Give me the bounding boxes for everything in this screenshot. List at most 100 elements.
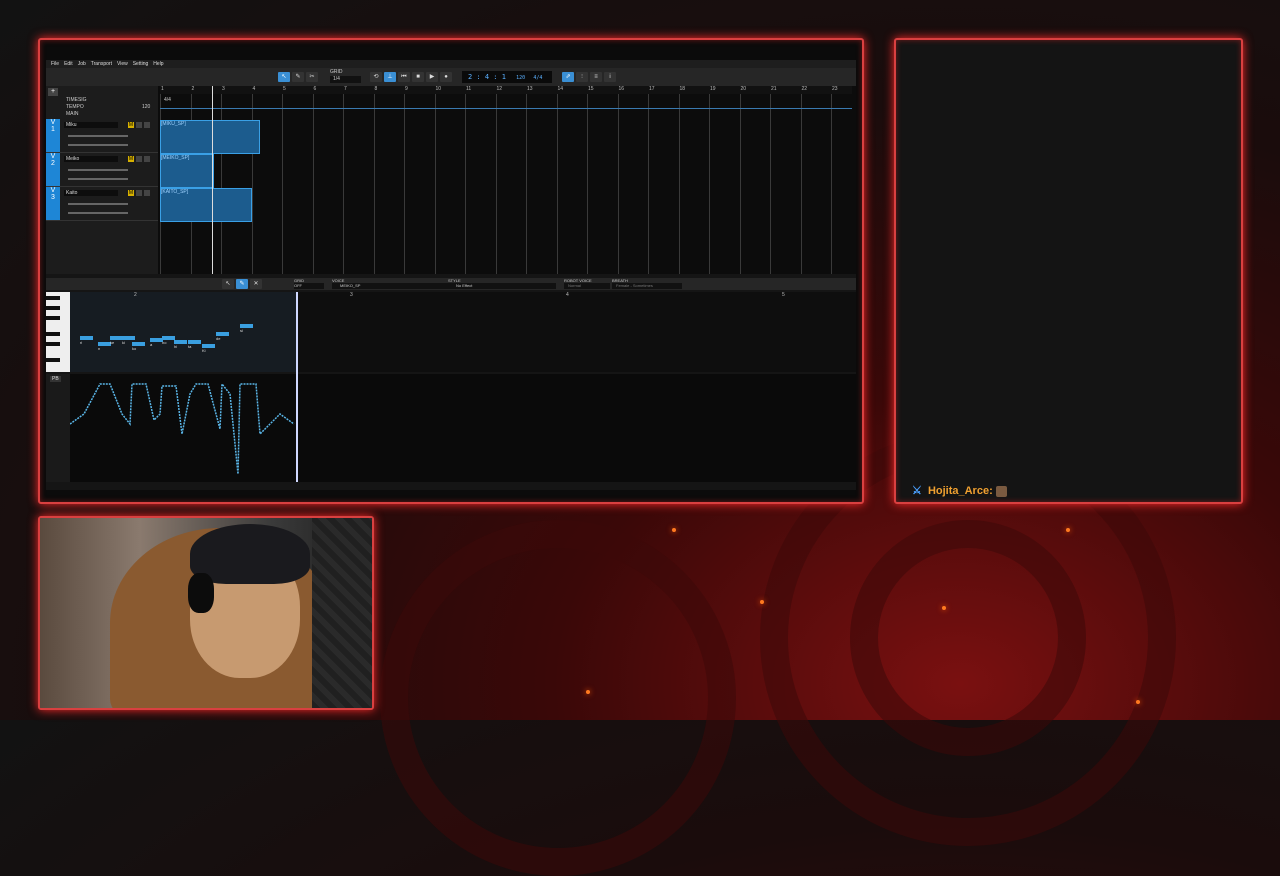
note-lyric: ko xyxy=(132,346,137,351)
menu-file[interactable]: File xyxy=(51,61,59,67)
record-arm-button[interactable] xyxy=(144,122,150,128)
menu-help[interactable]: Help xyxy=(153,61,163,67)
arrangement-playhead[interactable] xyxy=(212,86,213,274)
mute-button[interactable]: M xyxy=(128,122,134,128)
note-lyric: n xyxy=(98,346,101,351)
menu-job[interactable]: Job xyxy=(78,61,86,67)
bar-number: 8 xyxy=(374,86,378,92)
track-2[interactable]: V2 Meiko M xyxy=(46,153,158,187)
position-counter: 2 : 4 : 1 120 4/4 xyxy=(462,71,552,83)
black-key[interactable] xyxy=(46,296,60,300)
black-key[interactable] xyxy=(46,342,60,346)
pencil-tool-button[interactable]: ✎ xyxy=(292,72,304,82)
robot-voice-select[interactable]: Normal xyxy=(564,283,610,289)
track-header-panel: + TIMESIG TEMPO 120 MAIN V1 Miku M V2 Me… xyxy=(46,86,158,274)
pb-label[interactable]: PB xyxy=(50,376,61,382)
piano-keyboard[interactable] xyxy=(46,292,70,372)
mute-button[interactable]: M xyxy=(128,190,134,196)
menu-transport[interactable]: Transport xyxy=(91,61,112,67)
bar-number: 12 xyxy=(496,86,503,92)
mute-button[interactable]: M xyxy=(128,156,134,162)
bar-gridline xyxy=(343,86,344,274)
volume-fader[interactable] xyxy=(68,203,128,205)
loop-button[interactable]: ⟲ xyxy=(370,72,382,82)
punch-button[interactable]: ⊥ xyxy=(384,72,396,82)
stop-button[interactable]: ■ xyxy=(412,72,424,82)
bar-gridline xyxy=(648,86,649,274)
info-icon[interactable]: i xyxy=(604,72,616,82)
track-name[interactable]: Meiko xyxy=(64,156,118,162)
menu-setting[interactable]: Setting xyxy=(133,61,149,67)
tempo-lane-value: 120 xyxy=(142,104,151,110)
automation-button[interactable]: ⇗ xyxy=(562,72,574,82)
style-select[interactable]: No Effect xyxy=(448,283,556,289)
track-part[interactable]: [KAITO_SP] xyxy=(160,188,252,222)
note-block[interactable]: ta xyxy=(188,340,201,349)
record-button[interactable]: ● xyxy=(440,72,452,82)
black-key[interactable] xyxy=(46,358,60,362)
pan-fader[interactable] xyxy=(68,178,128,180)
rewind-button[interactable]: ⏮ xyxy=(398,72,410,82)
voice-select[interactable]: MEIKO_SP xyxy=(332,283,448,289)
note-block[interactable]: ri xyxy=(80,336,93,345)
tempo-display: 120 xyxy=(516,75,526,81)
track-1[interactable]: V1 Miku M xyxy=(46,119,158,153)
note-lyric: de xyxy=(216,336,221,341)
menu-bar: File Edit Job Transport View Setting Hel… xyxy=(46,60,856,68)
note-block[interactable]: hi xyxy=(174,340,187,349)
black-key[interactable] xyxy=(46,306,60,310)
bar-number: 20 xyxy=(740,86,747,92)
note-block[interactable]: ko xyxy=(132,342,145,351)
grid-select[interactable]: OFF xyxy=(294,283,324,289)
roll-bar-ruler: 2 3 4 5 xyxy=(70,292,856,300)
solo-button[interactable] xyxy=(136,156,142,162)
arrangement-view[interactable]: 1 2 3 4 5 6 7 8 9 10 11 12 13 14 15 16 17 18 19 20 21 22 23 4/… xyxy=(160,86,852,274)
pencil-tool-button[interactable]: ✎ xyxy=(236,279,248,289)
pointer-tool-button[interactable]: ↖ xyxy=(278,72,290,82)
bar-gridline xyxy=(282,86,283,274)
piano-roll[interactable]: 2 3 4 5 ri n ke ki ko a no hi ta Ki de si xyxy=(70,292,856,372)
volume-fader[interactable] xyxy=(68,135,128,137)
solo-button[interactable] xyxy=(136,122,142,128)
bar-number: 18 xyxy=(679,86,686,92)
play-button[interactable]: ▶ xyxy=(426,72,438,82)
eraser-tool-button[interactable]: ✕ xyxy=(250,279,262,289)
note-block[interactable]: ki xyxy=(122,336,135,345)
editor-playhead[interactable] xyxy=(296,292,298,482)
track-part[interactable]: [MEIKO_SP] xyxy=(160,154,214,188)
pointer-tool-button[interactable]: ↖ xyxy=(222,279,234,289)
volume-fader[interactable] xyxy=(68,169,128,171)
track-part[interactable]: [MIKU_SP] xyxy=(160,120,260,154)
scissors-tool-button[interactable]: ✂ xyxy=(306,72,318,82)
roll-bar-number: 5 xyxy=(782,292,785,298)
note-block[interactable]: Ki xyxy=(202,344,215,353)
note-block[interactable]: de xyxy=(216,332,229,341)
bar-gridline xyxy=(800,86,802,274)
record-arm-button[interactable] xyxy=(144,156,150,162)
pan-fader[interactable] xyxy=(68,212,128,214)
mixer-icon[interactable]: ⫶ xyxy=(576,72,588,82)
pitch-bend-editor[interactable] xyxy=(69,374,856,482)
note-lyric: ta xyxy=(188,344,192,349)
track-name[interactable]: Kaito xyxy=(64,190,118,196)
grid-select[interactable]: 1/4 xyxy=(330,76,361,83)
bar-number: 9 xyxy=(405,86,408,92)
breath-select[interactable]: Female - Sometimes xyxy=(612,283,682,289)
add-track-button[interactable]: + xyxy=(48,88,58,96)
list-icon[interactable]: ≡ xyxy=(590,72,602,82)
bar-gridline xyxy=(465,86,466,274)
ember xyxy=(586,690,590,694)
menu-edit[interactable]: Edit xyxy=(64,61,73,67)
bar-gridline xyxy=(434,86,436,274)
chat-username[interactable]: Hojita_Arce: xyxy=(928,485,993,497)
record-arm-button[interactable] xyxy=(144,190,150,196)
track-3[interactable]: V3 Kaito M xyxy=(46,187,158,221)
black-key[interactable] xyxy=(46,332,60,336)
menu-view[interactable]: View xyxy=(117,61,128,67)
black-key[interactable] xyxy=(46,316,60,320)
pan-fader[interactable] xyxy=(68,144,128,146)
bar-ruler[interactable]: 1 2 3 4 5 6 7 8 9 10 11 12 13 14 15 16 17 18 19 20 21 22 23 xyxy=(160,86,852,94)
track-name[interactable]: Miku xyxy=(64,122,118,128)
note-block[interactable]: si xyxy=(240,324,253,333)
solo-button[interactable] xyxy=(136,190,142,196)
